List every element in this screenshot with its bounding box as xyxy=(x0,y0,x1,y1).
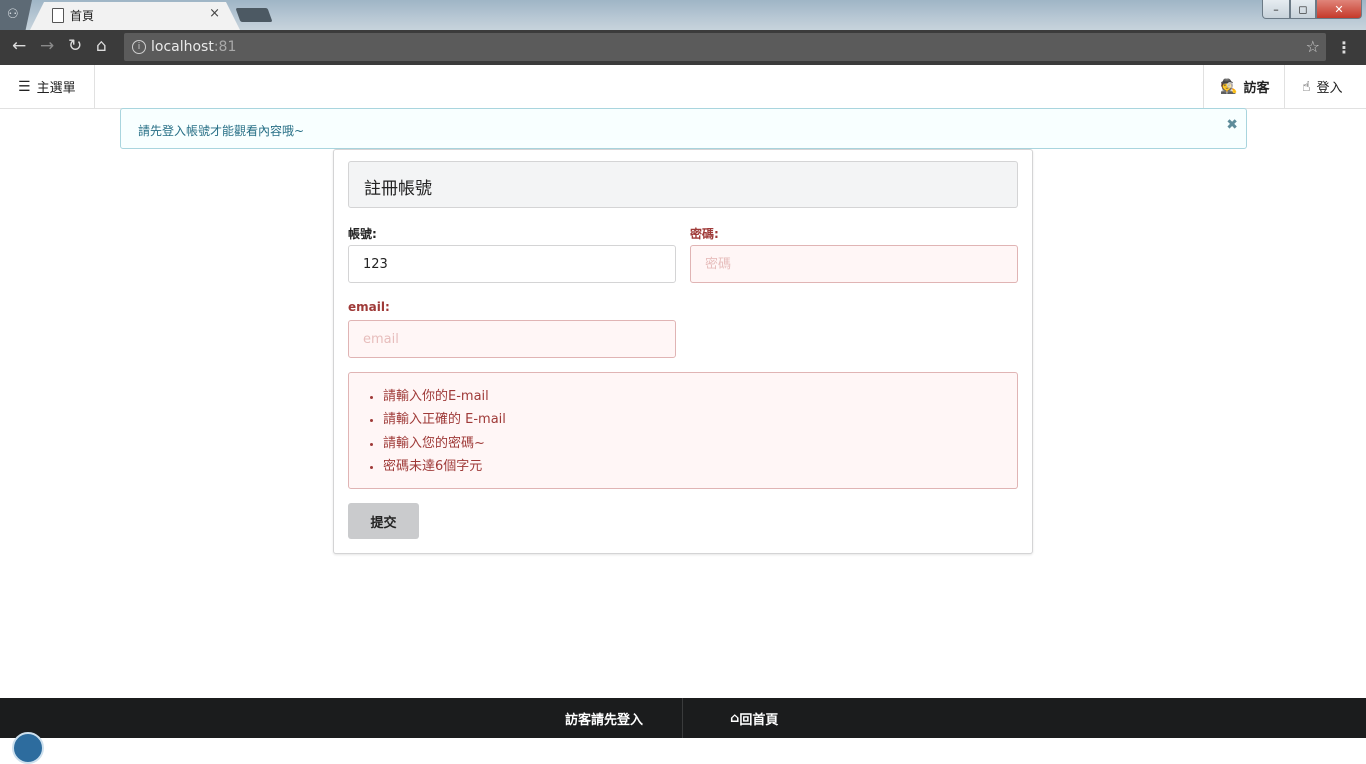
account-input[interactable] xyxy=(348,245,676,283)
browser-toolbar: ← → ↻ ⌂ i localhost:81 ☆ ⋮ xyxy=(0,30,1366,65)
email-label: email: xyxy=(348,300,390,314)
password-label: 密碼: xyxy=(690,227,719,241)
error-item: 請輸入你的E-mail xyxy=(383,385,1017,408)
error-list: 請輸入你的E-mail 請輸入正確的 E-mail 請輸入您的密碼~ 密碼未達6… xyxy=(369,385,1017,478)
home-link[interactable]: ⌂ 回首頁 xyxy=(730,698,778,738)
alert-message: 請先登入帳號才能觀看內容哦~ xyxy=(138,124,305,138)
register-card: 註冊帳號 帳號: 密碼: email: 請輸入你的E-mail 請輸入正確的 E… xyxy=(333,149,1033,554)
reload-icon[interactable]: ↻ xyxy=(68,36,82,56)
email-input[interactable] xyxy=(348,320,676,358)
floating-avatar[interactable] xyxy=(12,732,44,764)
browser-titlebar: ⚇ 首頁 × – ◻ ✕ xyxy=(0,0,1366,30)
guest-label: 訪客 xyxy=(1243,81,1270,96)
browser-menu-icon[interactable]: ⋮ xyxy=(1336,38,1352,57)
tab-close-icon[interactable]: × xyxy=(209,6,220,21)
login-required-alert: 請先登入帳號才能觀看內容哦~ ✖ xyxy=(120,108,1247,149)
info-icon[interactable]: i xyxy=(132,40,146,54)
main-menu-button[interactable]: ☰ 主選單 xyxy=(0,65,95,108)
back-icon[interactable]: ← xyxy=(12,36,26,56)
window-controls: – ◻ ✕ xyxy=(1262,0,1362,19)
register-title: 註冊帳號 xyxy=(348,161,1018,208)
address-bar[interactable]: i localhost:81 ☆ xyxy=(124,33,1326,61)
account-label: 帳號: xyxy=(348,227,377,241)
new-tab-button[interactable] xyxy=(235,8,273,22)
home-label: 回首頁 xyxy=(739,712,779,728)
user-secret-icon: 🕵 xyxy=(1220,78,1238,95)
document-icon xyxy=(52,8,64,23)
incognito-icon: ⚇ xyxy=(0,0,32,30)
hand-pointer-icon: ☝ xyxy=(1302,78,1311,95)
error-message-box: 請輸入你的E-mail 請輸入正確的 E-mail 請輸入您的密碼~ 密碼未達6… xyxy=(348,372,1018,489)
password-input[interactable] xyxy=(690,245,1018,283)
main-menu-label: 主選單 xyxy=(36,81,76,96)
home-page-icon[interactable]: ⌂ xyxy=(96,36,107,56)
error-item: 密碼未達6個字元 xyxy=(383,455,1017,478)
footer-bar: 訪客請先登入 ⌂ 回首頁 xyxy=(0,698,1366,764)
error-item: 請輸入正確的 E-mail xyxy=(383,408,1017,431)
error-item: 請輸入您的密碼~ xyxy=(383,432,1017,455)
submit-button[interactable]: 提交 xyxy=(348,503,419,539)
maximize-button[interactable]: ◻ xyxy=(1290,0,1316,19)
close-window-button[interactable]: ✕ xyxy=(1316,0,1362,19)
guest-menu-item[interactable]: 🕵 訪客 xyxy=(1203,65,1284,108)
top-menu: ☰ 主選單 🕵 訪客 ☝ 登入 xyxy=(0,65,1366,109)
home-icon: ⌂ xyxy=(730,710,740,726)
close-icon[interactable]: ✖ xyxy=(1226,117,1238,133)
guest-notice: 訪客請先登入 xyxy=(565,712,644,728)
bookmark-star-icon[interactable]: ☆ xyxy=(1306,37,1320,56)
tab-title: 首頁 xyxy=(70,9,95,23)
bars-icon: ☰ xyxy=(18,78,31,95)
login-menu-item[interactable]: ☝ 登入 xyxy=(1284,65,1366,108)
url-text[interactable]: localhost:81 xyxy=(151,39,236,55)
footer-divider xyxy=(682,698,683,738)
browser-tab[interactable]: 首頁 × xyxy=(30,2,240,30)
login-label: 登入 xyxy=(1316,81,1343,96)
minimize-button[interactable]: – xyxy=(1262,0,1290,19)
forward-icon[interactable]: → xyxy=(40,36,54,56)
